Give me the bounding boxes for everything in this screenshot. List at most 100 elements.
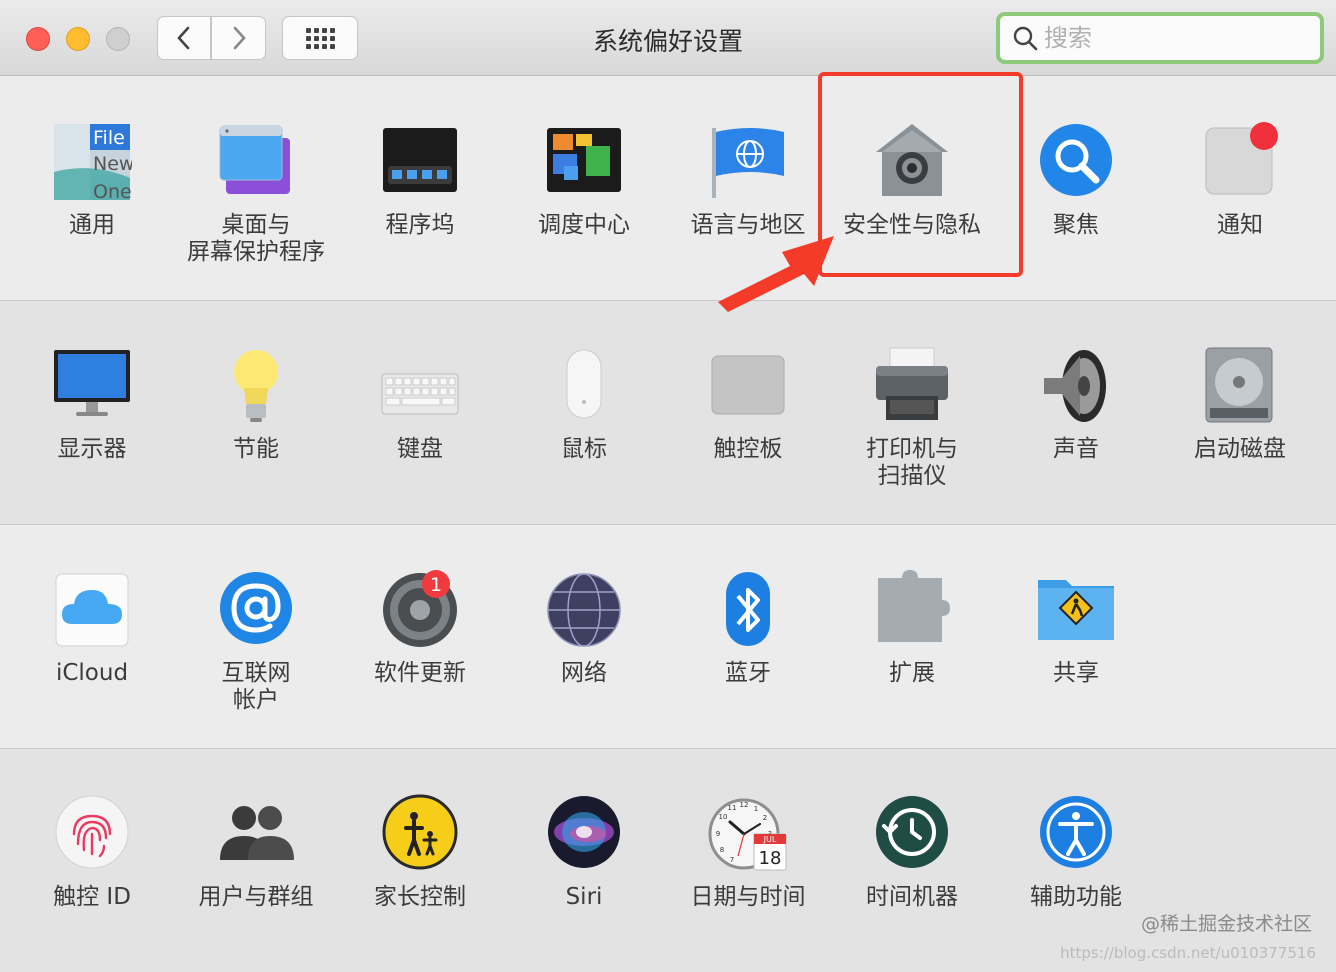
pref-label: 辅助功能 [1030, 884, 1122, 910]
pref-time-machine[interactable]: 时间机器 [830, 794, 994, 911]
general-icon: File New One [52, 122, 132, 202]
calendar-month: JUL [763, 835, 777, 844]
mouse-icon [544, 346, 624, 426]
pref-trackpad[interactable]: 触控板 [666, 346, 830, 463]
back-button[interactable] [157, 16, 211, 60]
pref-label: Siri [565, 884, 603, 910]
bluetooth-icon [708, 570, 788, 650]
pref-label: 日期与时间 [690, 884, 806, 910]
language-region-icon [708, 122, 788, 202]
pref-date-time[interactable]: 11 12 1 10 2 9 3 8 4 7 5 JUL 18 日期与时间 [666, 794, 830, 911]
pref-siri[interactable]: Siri [502, 794, 666, 911]
window-title: 系统偏好设置 [592, 27, 743, 56]
pref-label: 桌面与 屏幕保护程序 [187, 212, 325, 265]
chevron-right-icon [233, 26, 246, 50]
pref-label: 通知 [1217, 212, 1263, 238]
touch-id-icon [52, 794, 132, 874]
search-input[interactable] [1044, 24, 1304, 52]
grid-icon [305, 27, 335, 49]
pref-label: 扩展 [889, 660, 935, 686]
pref-label: 网络 [561, 660, 607, 686]
pref-mission-control[interactable]: 调度中心 [502, 122, 666, 239]
pref-touch-id[interactable]: 触控 ID [10, 794, 174, 911]
network-icon [544, 570, 624, 650]
pref-label: 键盘 [397, 436, 443, 462]
pref-label: 用户与群组 [198, 884, 314, 910]
svg-text:12: 12 [740, 801, 749, 809]
date-time-icon: 11 12 1 10 2 9 3 8 4 7 5 JUL 18 [708, 794, 788, 874]
pref-label: 程序坞 [385, 212, 455, 238]
time-machine-icon [872, 794, 952, 874]
show-all-button[interactable] [282, 16, 358, 60]
pref-sharing[interactable]: 共享 [994, 570, 1158, 687]
pref-network[interactable]: 网络 [502, 570, 666, 687]
sharing-icon [1036, 570, 1116, 650]
pref-label: 共享 [1053, 660, 1099, 686]
pref-label: 打印机与 扫描仪 [866, 436, 958, 489]
pref-bluetooth[interactable]: 蓝牙 [666, 570, 830, 687]
window-titlebar: 系统偏好设置 [0, 0, 1336, 76]
watermark-url: https://blog.csdn.net/u010377516 [1060, 944, 1316, 962]
icloud-icon [52, 570, 132, 650]
svg-text:11: 11 [728, 804, 737, 812]
highlight-box [818, 72, 1023, 277]
pref-label: 节能 [233, 436, 279, 462]
pref-parental-controls[interactable]: 家长控制 [338, 794, 502, 911]
notifications-icon [1200, 122, 1280, 202]
zoom-window-button[interactable] [106, 27, 130, 51]
pref-extensions[interactable]: 扩展 [830, 570, 994, 687]
pref-label: 显示器 [57, 436, 127, 462]
energy-saver-icon [216, 346, 296, 426]
pref-label: 时间机器 [866, 884, 958, 910]
internet-accounts-icon [216, 570, 296, 650]
pref-label: 调度中心 [538, 212, 630, 238]
startup-disk-icon [1200, 346, 1280, 426]
spotlight-icon [1036, 122, 1116, 202]
extensions-icon [872, 570, 952, 650]
calendar-day: 18 [759, 848, 782, 869]
search-field[interactable] [996, 12, 1324, 64]
pref-notifications[interactable]: 通知 [1158, 122, 1322, 239]
dock-icon [380, 122, 460, 202]
siri-icon [544, 794, 624, 874]
pref-energy-saver[interactable]: 节能 [174, 346, 338, 463]
minimize-window-button[interactable] [66, 27, 90, 51]
forward-button[interactable] [211, 16, 266, 60]
pref-dock[interactable]: 程序坞 [338, 122, 502, 239]
update-badge: 1 [430, 574, 442, 596]
chevron-left-icon [177, 26, 190, 50]
software-update-icon: 1 [380, 570, 460, 650]
pref-mouse[interactable]: 鼠标 [502, 346, 666, 463]
pref-printers-scanners[interactable]: 打印机与 扫描仪 [830, 346, 994, 490]
svg-text:8: 8 [720, 846, 724, 854]
printers-scanners-icon [872, 346, 952, 426]
svg-text:1: 1 [754, 805, 758, 813]
keyboard-icon [380, 346, 460, 426]
svg-text:2: 2 [763, 814, 767, 822]
pref-label: 声音 [1053, 436, 1099, 462]
svg-text:7: 7 [730, 856, 734, 864]
pref-software-update[interactable]: 1 软件更新 [338, 570, 502, 687]
pref-label: 软件更新 [374, 660, 466, 686]
pref-general[interactable]: File New One 通用 [10, 122, 174, 239]
pref-internet-accounts[interactable]: 互联网 帐户 [174, 570, 338, 714]
pref-users-groups[interactable]: 用户与群组 [174, 794, 338, 911]
pref-icloud[interactable]: iCloud [10, 570, 174, 687]
arrow-icon [718, 236, 834, 312]
svg-text:One: One [93, 181, 132, 202]
users-groups-icon [216, 794, 296, 874]
pref-label: 鼠标 [561, 436, 607, 462]
search-icon [1013, 26, 1038, 51]
mission-control-icon [544, 122, 624, 202]
accessibility-icon [1036, 794, 1116, 874]
close-window-button[interactable] [26, 27, 50, 51]
pref-sound[interactable]: 声音 [994, 346, 1158, 463]
pref-desktop-screensaver[interactable]: 桌面与 屏幕保护程序 [174, 122, 338, 266]
pref-keyboard[interactable]: 键盘 [338, 346, 502, 463]
pref-displays[interactable]: 显示器 [10, 346, 174, 463]
pref-accessibility[interactable]: 辅助功能 [994, 794, 1158, 911]
svg-text:10: 10 [719, 813, 728, 821]
pref-label: 家长控制 [374, 884, 466, 910]
pref-startup-disk[interactable]: 启动磁盘 [1158, 346, 1322, 463]
desktop-screensaver-icon [216, 122, 296, 202]
